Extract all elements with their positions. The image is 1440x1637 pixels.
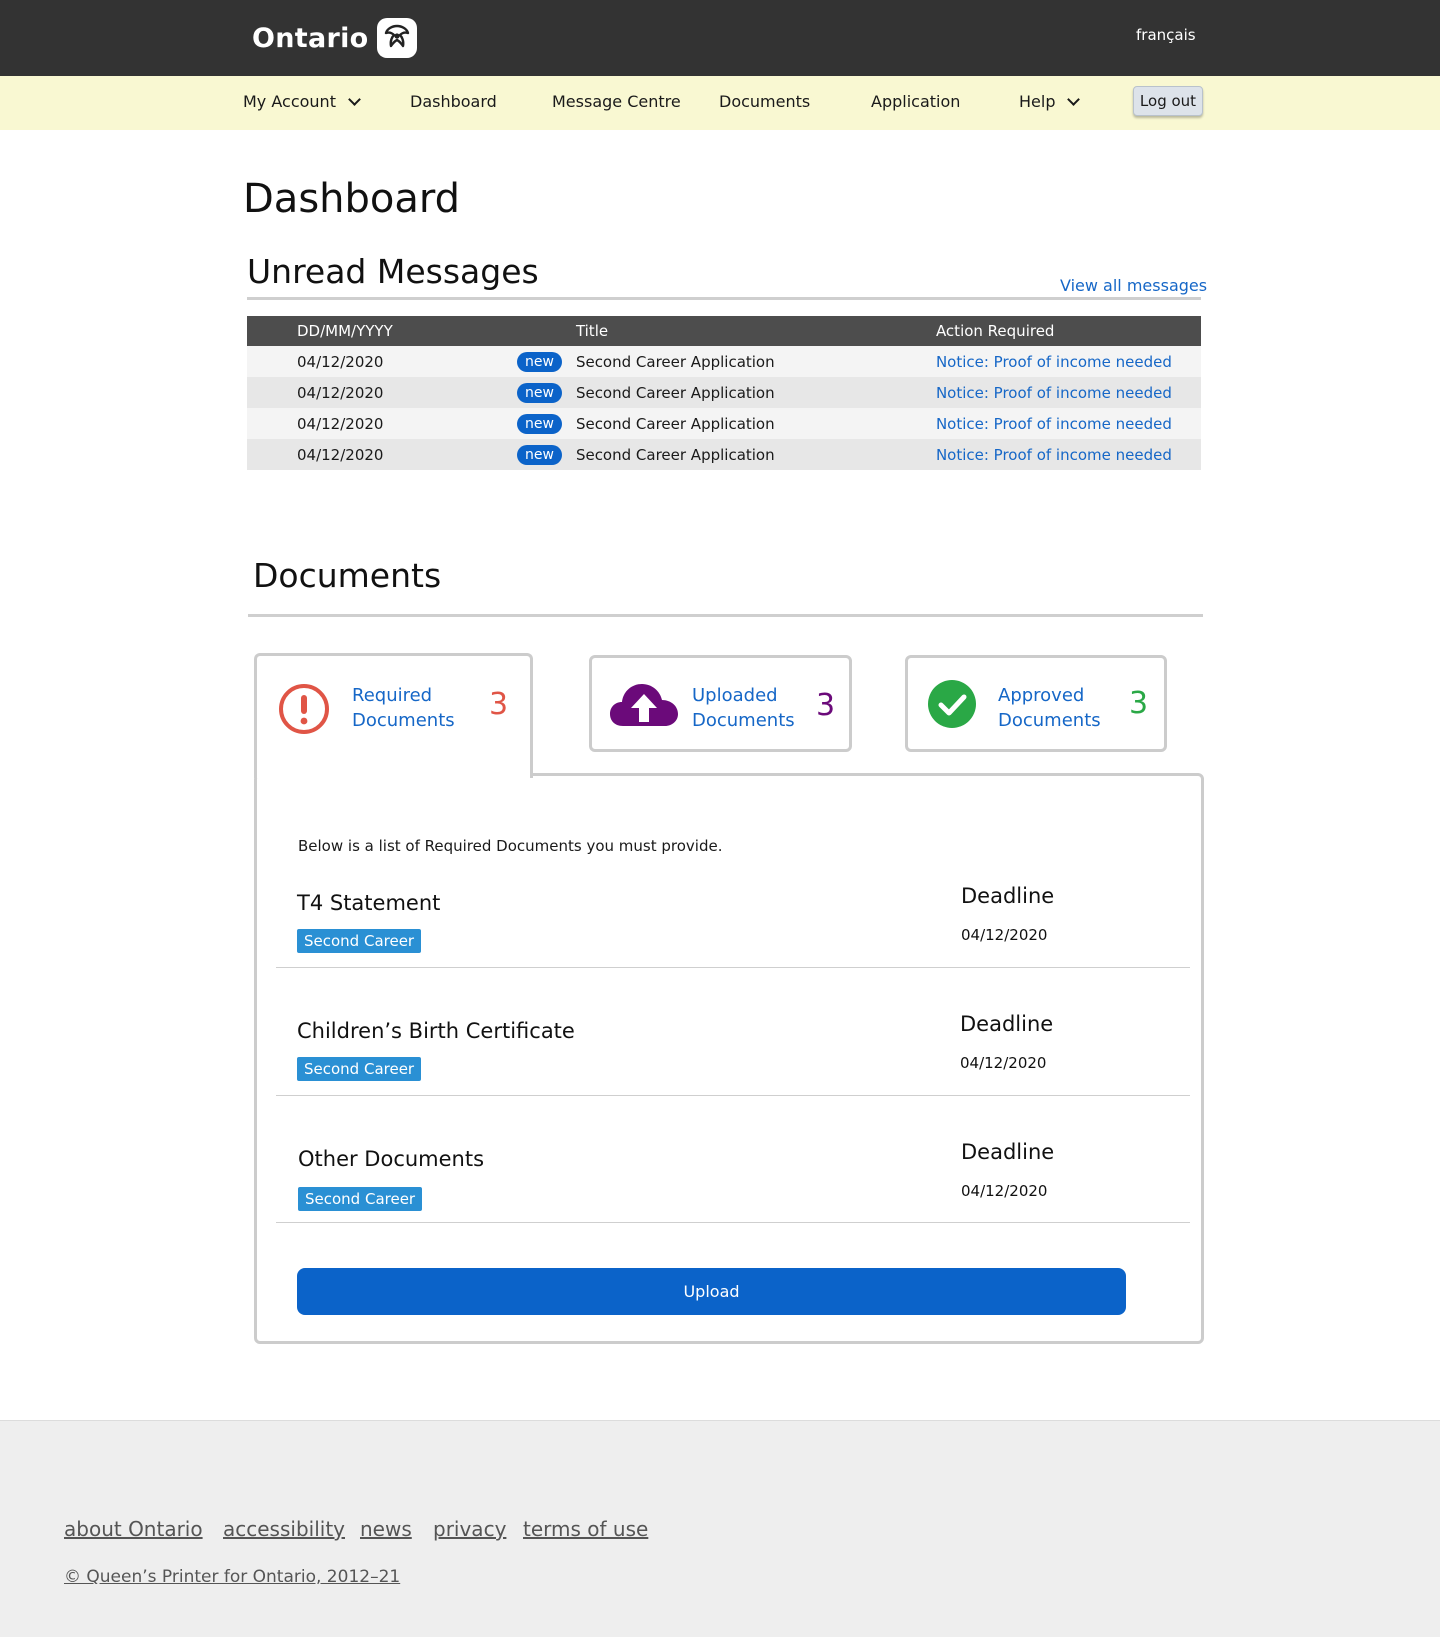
copyright-link[interactable]: © Queen’s Printer for Ontario, 2012–21 [64,1567,400,1587]
table-row[interactable]: 04/12/2020 new Second Career Application… [247,439,1201,470]
trillium-icon [376,18,417,58]
footer-link-news[interactable]: news [360,1517,412,1541]
deadline-date: 04/12/2020 [960,1054,1047,1072]
site-footer: about Ontario accessibility news privacy… [0,1420,1440,1637]
footer-link-terms-of-use[interactable]: terms of use [523,1517,648,1541]
footer-link-accessibility[interactable]: accessibility [223,1517,345,1541]
tab-uploaded-documents[interactable]: Uploaded Documents 3 [589,655,852,752]
tab-panel-join [257,770,530,778]
message-action-link[interactable]: Notice: Proof of income needed [936,353,1172,371]
deadline-date: 04/12/2020 [961,1182,1048,1200]
nav-label: Application [871,92,961,111]
footer-link-about-ontario[interactable]: about Ontario [64,1517,203,1541]
column-header-action: Action Required [935,322,1055,340]
approved-count: 3 [1129,686,1149,721]
upload-button[interactable]: Upload [297,1268,1126,1315]
nav-help[interactable]: Help [1019,92,1081,111]
logo-text: Ontario [252,22,369,54]
list-divider [276,1095,1190,1096]
panel-intro-text: Below is a list of Required Documents yo… [298,837,723,855]
message-title: Second Career Application [575,414,775,433]
language-toggle-link[interactable]: français [1136,26,1196,44]
table-row[interactable]: 04/12/2020 new Second Career Application… [247,408,1201,439]
document-name: Other Documents [298,1147,485,1171]
top-header-bar: Ontario français [0,0,1440,76]
message-date: 04/12/2020 [297,383,384,402]
deadline-label: Deadline [961,1140,1055,1164]
message-date: 04/12/2020 [297,414,384,433]
ontario-logo[interactable]: Ontario [252,18,417,58]
program-tag: Second Career [297,929,422,953]
table-header-row: DD/MM/YYYY Title Action Required [247,316,1201,346]
nav-my-account[interactable]: My Account [243,92,361,111]
message-action-link[interactable]: Notice: Proof of income needed [936,384,1172,402]
column-header-date: DD/MM/YYYY [297,322,393,340]
chevron-down-icon [348,92,361,106]
nav-label: Dashboard [410,92,497,111]
list-divider [276,967,1190,968]
uploaded-count: 3 [816,688,836,723]
nav-label: Documents [719,92,811,111]
nav-label: Help [1019,92,1056,111]
unread-messages-title: Unread Messages [247,252,539,291]
cloud-upload-icon [610,684,678,726]
message-date: 04/12/2020 [297,352,384,371]
tab-approved-documents[interactable]: Approved Documents 3 [905,655,1167,752]
program-tag: Second Career [297,1057,422,1081]
message-action-link[interactable]: Notice: Proof of income needed [936,415,1172,433]
table-row[interactable]: 04/12/2020 new Second Career Application… [247,346,1201,377]
new-badge: new [517,444,562,465]
page-title: Dashboard [243,176,461,222]
alert-circle-icon [279,684,329,734]
tab-required-documents[interactable]: Required Documents 3 [254,653,533,778]
nav-documents[interactable]: Documents [719,92,810,111]
message-title: Second Career Application [575,383,775,402]
nav-dashboard[interactable]: Dashboard [410,92,497,111]
section-divider [248,614,1203,617]
message-title: Second Career Application [575,352,775,371]
view-all-messages-link[interactable]: View all messages [1060,276,1207,295]
document-name: T4 Statement [297,891,441,915]
nav-label: Message Centre [552,92,681,111]
new-badge: new [517,382,562,403]
tab-label: Approved Documents [998,685,1101,731]
message-title: Second Career Application [575,445,775,464]
nav-message-centre[interactable]: Message Centre [552,92,681,111]
deadline-label: Deadline [960,1012,1054,1036]
document-name: Children’s Birth Certificate [297,1019,575,1043]
unread-messages-table: DD/MM/YYYY Title Action Required 04/12/2… [247,316,1201,470]
documents-title: Documents [253,556,442,595]
section-divider [247,297,1201,300]
check-circle-icon [928,680,976,728]
message-action-link[interactable]: Notice: Proof of income needed [936,446,1172,464]
deadline-date: 04/12/2020 [961,926,1048,944]
main-nav: My Account Dashboard Message Centre Docu… [0,76,1440,130]
nav-application[interactable]: Application [871,92,960,111]
tab-label: Required Documents [352,685,455,731]
new-badge: new [517,351,562,372]
deadline-label: Deadline [961,884,1055,908]
table-row[interactable]: 04/12/2020 new Second Career Application… [247,377,1201,408]
tab-label: Uploaded Documents [692,685,795,731]
new-badge: new [517,413,562,434]
logout-button[interactable]: Log out [1133,86,1203,116]
message-date: 04/12/2020 [297,445,384,464]
program-tag: Second Career [298,1187,423,1211]
column-header-badge [517,316,576,346]
chevron-down-icon [1067,92,1081,106]
column-header-title: Title [575,322,609,340]
required-count: 3 [489,687,509,722]
nav-label: My Account [243,92,336,111]
list-divider [276,1222,1190,1223]
footer-link-privacy[interactable]: privacy [433,1517,506,1541]
